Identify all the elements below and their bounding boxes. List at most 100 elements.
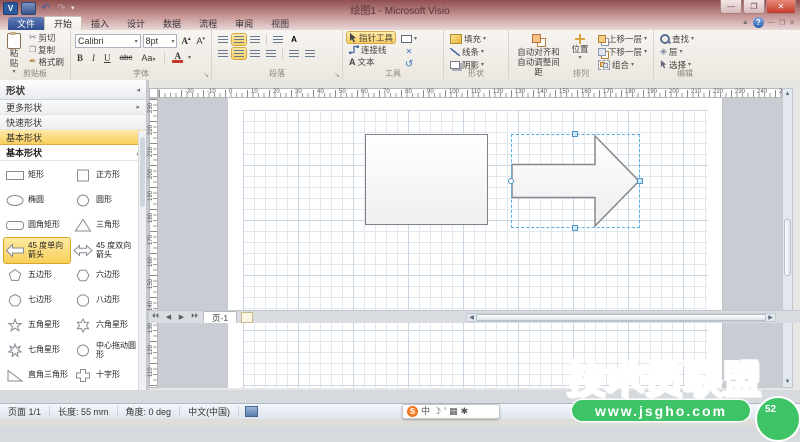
- bullets-button[interactable]: [271, 34, 285, 45]
- stencil-item[interactable]: 45 度双向箭头: [72, 238, 138, 263]
- selection-handle-bottom[interactable]: [572, 225, 578, 231]
- align-right-button[interactable]: [248, 48, 262, 59]
- minimize-button[interactable]: —: [720, 0, 742, 14]
- stencil-item[interactable]: 中心拖动圆形: [72, 338, 138, 363]
- stencil-item[interactable]: 圆形: [72, 188, 138, 213]
- status-language[interactable]: 中文(中国): [180, 406, 239, 417]
- rectangle-shape[interactable]: [365, 134, 488, 225]
- restore-button[interactable]: ❐: [743, 0, 765, 14]
- tab-数据[interactable]: 数据: [154, 17, 190, 30]
- stencil-item[interactable]: 八边形: [72, 288, 138, 313]
- connector-tool-button[interactable]: 连接线: [347, 44, 395, 55]
- sogou-logo-icon[interactable]: S: [407, 406, 418, 417]
- stencil-item[interactable]: 三维框: [72, 388, 138, 390]
- font-size-select[interactable]: 8pt ▾: [143, 34, 178, 48]
- basic-shapes-stencil-tab[interactable]: 基本形状: [0, 130, 146, 145]
- doc-minimize-button[interactable]: —: [768, 19, 775, 26]
- close-button[interactable]: ✕: [766, 0, 796, 14]
- stencil-item[interactable]: 十字形: [72, 363, 138, 388]
- font-color-caret-icon[interactable]: ▾: [188, 54, 191, 61]
- stencil-item[interactable]: 六角星形: [72, 313, 138, 338]
- help-icon[interactable]: ?: [753, 17, 764, 28]
- doc-close-button[interactable]: ✕: [789, 19, 795, 27]
- align-middle-button[interactable]: [232, 34, 246, 45]
- rectangle-tool-button[interactable]: ▾: [399, 33, 419, 44]
- grow-font-button[interactable]: A▴: [179, 36, 192, 46]
- cut-button[interactable]: ✂ 剪切: [27, 32, 66, 43]
- vertical-scrollbar[interactable]: ▲ ▼: [782, 88, 793, 388]
- soft-keyboard-icon[interactable]: ▦: [449, 407, 458, 416]
- stencil-item[interactable]: 五角星形: [4, 313, 70, 338]
- stencil-item[interactable]: 45 度单向箭头: [4, 238, 70, 263]
- align-left-button[interactable]: [216, 48, 230, 59]
- text-tool-button[interactable]: A 文本: [347, 56, 395, 67]
- pointer-tool-button[interactable]: 指针工具: [347, 32, 395, 43]
- stencil-item[interactable]: 椭圆: [4, 188, 70, 213]
- text-direction-button[interactable]: A: [287, 34, 301, 45]
- more-shapes-row[interactable]: 更多形状 ▸: [0, 100, 146, 115]
- font-dialog-launcher-icon[interactable]: ↘: [203, 71, 209, 79]
- next-page-button[interactable]: ▶: [175, 313, 188, 321]
- tab-视图[interactable]: 视图: [262, 17, 298, 30]
- stencil-item[interactable]: 圆角矩形: [4, 213, 70, 238]
- toolbox-icon[interactable]: ✱: [461, 407, 469, 416]
- drawing-surface[interactable]: [158, 98, 782, 388]
- justify-button[interactable]: [264, 48, 278, 59]
- tab-流程[interactable]: 流程: [190, 17, 226, 30]
- status-length[interactable]: 长度: 55 mm: [50, 406, 118, 417]
- input-mode-chinese-icon[interactable]: 中: [421, 407, 430, 416]
- insert-page-button[interactable]: [241, 312, 253, 323]
- font-family-select[interactable]: Calibri ▾: [75, 34, 141, 48]
- increase-indent-button[interactable]: [303, 48, 317, 59]
- stencil-item[interactable]: 三角形: [72, 213, 138, 238]
- scroll-left-arrow-icon[interactable]: ◀: [467, 314, 476, 321]
- copy-button[interactable]: ❐ 复制: [27, 44, 66, 55]
- stencil-item[interactable]: 正方形: [72, 163, 138, 188]
- first-page-button[interactable]: ⏴⏴: [149, 313, 162, 321]
- align-top-button[interactable]: [216, 34, 230, 45]
- collapse-ribbon-icon[interactable]: ▲: [742, 19, 749, 26]
- doc-restore-button[interactable]: ❐: [779, 19, 785, 27]
- decrease-indent-button[interactable]: [287, 48, 301, 59]
- tab-设计[interactable]: 设计: [118, 17, 154, 30]
- tab-审阅[interactable]: 审阅: [226, 17, 262, 30]
- stencil-item[interactable]: 阴影框: [4, 388, 70, 390]
- italic-button[interactable]: I: [90, 53, 97, 63]
- prev-page-button[interactable]: ◀: [162, 313, 175, 321]
- send-backward-button[interactable]: 下移一层▾: [596, 46, 649, 57]
- align-center-button[interactable]: [232, 48, 246, 59]
- tab-插入[interactable]: 插入: [82, 17, 118, 30]
- layers-button[interactable]: ◈ 层▾: [658, 46, 712, 57]
- stencil-item[interactable]: 七角星形: [4, 338, 70, 363]
- stencil-scrollbar[interactable]: [138, 131, 146, 390]
- quick-shapes-row[interactable]: 快速形状: [0, 115, 146, 130]
- connection-point-left[interactable]: [508, 178, 514, 184]
- scroll-right-arrow-icon[interactable]: ▶: [766, 314, 775, 321]
- connection-point-tool-button[interactable]: ✕: [404, 46, 415, 57]
- horizontal-scroll-thumb[interactable]: [476, 314, 766, 321]
- scroll-up-arrow-icon[interactable]: ▲: [783, 89, 792, 99]
- align-bottom-button[interactable]: [248, 34, 262, 45]
- underline-button[interactable]: U: [102, 53, 113, 63]
- find-button[interactable]: 查找▾: [658, 33, 712, 44]
- stencil-item[interactable]: 五边形: [4, 263, 70, 288]
- collapse-panel-icon[interactable]: ◂: [136, 86, 140, 94]
- stencil-item[interactable]: 六边形: [72, 263, 138, 288]
- fill-button[interactable]: 填充▾: [448, 33, 504, 44]
- tab-file[interactable]: 文件: [8, 17, 44, 30]
- half-full-width-moon-icon[interactable]: ☽: [433, 407, 441, 416]
- paragraph-dialog-launcher-icon[interactable]: ↘: [334, 71, 340, 79]
- horizontal-scrollbar[interactable]: ◀ ▶: [466, 313, 776, 322]
- page-tab[interactable]: 页-1: [203, 311, 237, 323]
- bring-forward-button[interactable]: 上移一层▾: [596, 33, 649, 44]
- status-page[interactable]: 页面 1/1: [0, 406, 50, 417]
- stencil-item[interactable]: 七边形: [4, 288, 70, 313]
- selection-handle-top[interactable]: [572, 131, 578, 137]
- status-angle[interactable]: 角度: 0 deg: [118, 406, 181, 417]
- shrink-font-button[interactable]: A▾: [194, 36, 207, 46]
- last-page-button[interactable]: ⏵⏵: [188, 313, 201, 321]
- macro-record-icon[interactable]: [245, 406, 258, 417]
- stencil-item[interactable]: 直角三角形: [4, 363, 70, 388]
- scroll-down-arrow-icon[interactable]: ▼: [783, 377, 792, 387]
- stencil-item[interactable]: 矩形: [4, 163, 70, 188]
